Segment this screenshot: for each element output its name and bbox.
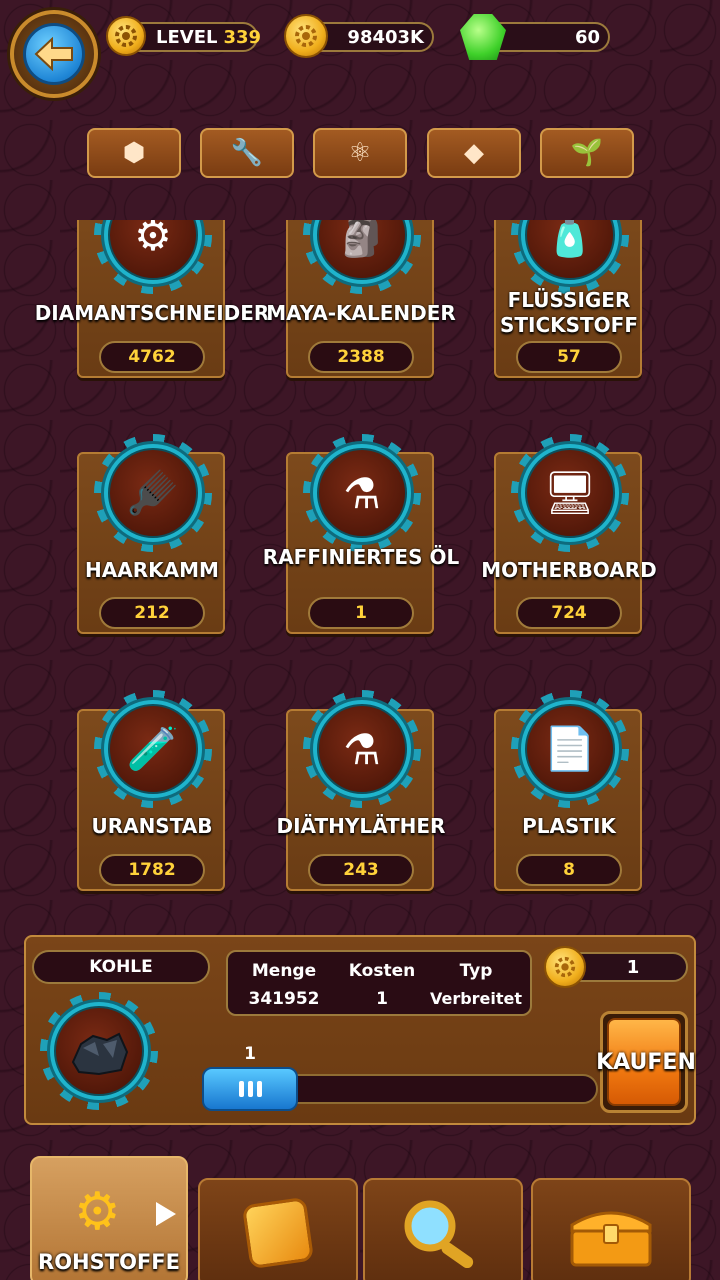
level-label: LEVEL	[156, 26, 218, 48]
item-quantity: 212	[99, 597, 205, 629]
item-gear-frame: 🧪	[94, 690, 212, 808]
price-value: 1	[626, 956, 640, 978]
item-name: HAARKAMM	[85, 558, 219, 582]
nav-tab-crafting[interactable]	[198, 1178, 358, 1280]
item-quantity: 8	[516, 854, 622, 886]
category-tab-gems[interactable]: ◆	[427, 128, 521, 178]
item-grid[interactable]: ⚙ DIAMANTSCHNEIDER 4762 🗿 MAYA-KALENDER …	[0, 220, 720, 910]
stats-header-cost: Kosten	[348, 961, 416, 981]
nitrogen-bottle-icon: 🧴	[525, 220, 615, 280]
saw-blade-icon: ⚙	[108, 220, 198, 280]
item-quantity: 1782	[99, 854, 205, 886]
stats-table: Menge Kosten Typ 341952 1 Verbreitet	[226, 950, 532, 1016]
maya-calendar-icon: 🗿	[317, 220, 407, 280]
wrench-icon: 🔧	[230, 138, 264, 168]
item-name: URANSTAB	[91, 814, 213, 838]
item-gear-frame: 🪮	[94, 434, 212, 552]
item-name: DIAMANTSCHNEIDER	[34, 301, 270, 325]
molecule-icon: ⚛	[348, 138, 372, 168]
item-name: MOTHERBOARD	[481, 558, 657, 582]
item-gear-frame: ⚗	[303, 690, 421, 808]
back-button[interactable]	[10, 10, 98, 98]
selected-item-name: KOHLE	[32, 950, 210, 984]
level-gear-icon	[106, 16, 146, 56]
quantity-slider-thumb[interactable]	[202, 1067, 298, 1111]
plastic-sheets-icon: 📄	[525, 704, 615, 794]
uranium-rod-icon: 🧪	[108, 704, 198, 794]
nav-tab-rohstoffe[interactable]: ⚙ ROHSTOFFE	[30, 1156, 188, 1280]
item-name: RAFFINIERTES ÖL	[262, 545, 460, 569]
nav-tab-search[interactable]	[363, 1178, 523, 1280]
item-name: DIÄTHYLÄTHER	[276, 814, 446, 838]
oil-flask-icon: ⚗	[317, 448, 407, 538]
treasure-chest-icon	[570, 1211, 652, 1267]
stats-header-type: Typ	[459, 961, 493, 981]
stats-value-cost: 1	[376, 989, 388, 1009]
stats-header-quantity: Menge	[251, 961, 317, 981]
rock-icon: ⬢	[122, 138, 146, 168]
ether-flask-icon: ⚗	[317, 704, 407, 794]
coin-icon	[284, 14, 328, 58]
selected-item-gear-frame	[40, 992, 158, 1110]
item-gear-frame: ⚗	[303, 434, 421, 552]
back-arrow-icon	[23, 23, 85, 85]
nav-tab-label: ROHSTOFFE	[38, 1250, 180, 1274]
item-quantity: 1	[308, 597, 414, 629]
item-quantity: 4762	[99, 341, 205, 373]
buy-button-label: KAUFEN	[596, 1050, 696, 1075]
diamond-icon: ◆	[464, 138, 484, 168]
item-quantity: 2388	[308, 341, 414, 373]
slider-value-label: 1	[244, 1044, 256, 1064]
gem-count: 60	[574, 26, 600, 48]
item-quantity: 57	[516, 341, 622, 373]
motherboard-icon: 🖥	[525, 448, 615, 538]
plant-icon: 🌱	[570, 138, 604, 168]
item-gear-frame: 🖥	[511, 434, 629, 552]
cube-icon	[241, 1196, 315, 1270]
category-tab-tools[interactable]: 🔧	[200, 128, 294, 178]
coin-count: 98403K	[347, 26, 424, 48]
item-quantity: 724	[516, 597, 622, 629]
play-arrow-icon	[156, 1202, 176, 1226]
item-name: PLASTIK	[522, 814, 616, 838]
item-name: FLÜSSIGER STICKSTOFF	[499, 288, 639, 337]
level-value: 339	[223, 26, 262, 48]
nav-tab-chest[interactable]	[531, 1178, 691, 1280]
item-name: MAYA-KALENDER	[266, 301, 456, 325]
price-coin-icon	[544, 946, 586, 988]
coal-icon	[54, 1006, 144, 1096]
category-tab-rocks[interactable]: ⬢	[87, 128, 181, 178]
item-gear-frame: 📄	[511, 690, 629, 808]
stats-value-quantity: 341952	[248, 989, 320, 1009]
gear-icon: ⚙	[74, 1182, 121, 1242]
item-quantity: 243	[308, 854, 414, 886]
magnifier-icon	[404, 1200, 474, 1268]
category-tab-chemicals[interactable]: ⚛	[313, 128, 407, 178]
stats-value-type: Verbreitet	[429, 989, 523, 1008]
category-tab-plants[interactable]: 🌱	[540, 128, 634, 178]
hair-comb-icon: 🪮	[108, 448, 198, 538]
green-gem-icon	[460, 14, 506, 60]
